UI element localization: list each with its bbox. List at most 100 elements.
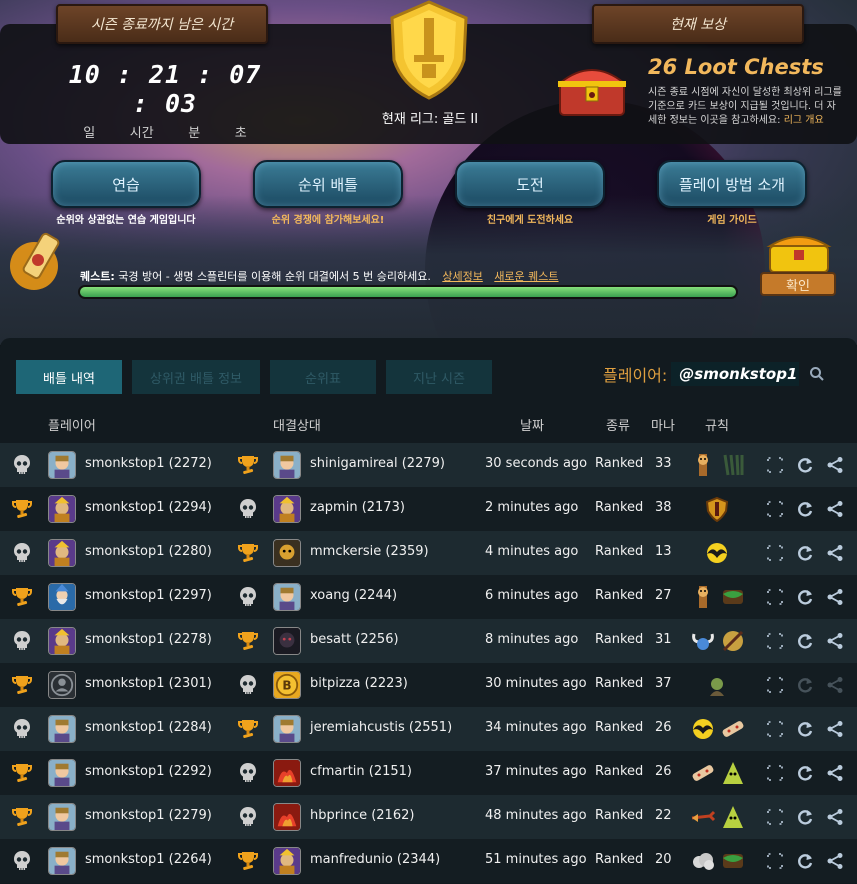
- share-icon[interactable]: [826, 456, 844, 474]
- skull-icon: [240, 763, 256, 782]
- skull-icon: [240, 587, 256, 606]
- battle-type: Ranked: [595, 852, 644, 867]
- expand-icon[interactable]: [766, 632, 784, 650]
- rule-goblin-icon[interactable]: [704, 672, 730, 698]
- opponent-avatar: [273, 583, 301, 611]
- player-name[interactable]: smonkstop1 (2279): [85, 808, 212, 823]
- share-icon[interactable]: [826, 676, 844, 694]
- ranked-battle-button[interactable]: 순위 배틀: [253, 160, 403, 208]
- opponent-name[interactable]: shinigamireal (2279): [310, 456, 445, 471]
- history-tabs: 배틀 내역 상위권 배틀 정보 순위표 지난 시즌: [16, 360, 492, 394]
- replay-icon[interactable]: [796, 632, 814, 650]
- player-name[interactable]: smonkstop1 (2278): [85, 632, 212, 647]
- tab-leaderboard[interactable]: 순위표: [270, 360, 376, 394]
- replay-icon[interactable]: [796, 676, 814, 694]
- rule-shield-icon[interactable]: [704, 496, 730, 522]
- tab-past-season[interactable]: 지난 시즌: [386, 360, 492, 394]
- tab-top-battles[interactable]: 상위권 배틀 정보: [132, 360, 260, 394]
- trophy-icon: [12, 764, 32, 783]
- practice-description: 순위와 상관없는 연습 게임입니다: [56, 215, 196, 226]
- rule-totem-icon[interactable]: [690, 584, 716, 610]
- rule-bat-icon[interactable]: [704, 540, 730, 566]
- player-name[interactable]: smonkstop1 (2284): [85, 720, 212, 735]
- expand-icon[interactable]: [766, 764, 784, 782]
- replay-icon[interactable]: [796, 764, 814, 782]
- player-name[interactable]: smonkstop1 (2297): [85, 588, 212, 603]
- opponent-name[interactable]: xoang (2244): [310, 588, 397, 603]
- battle-date: 51 minutes ago: [485, 852, 587, 867]
- share-icon[interactable]: [826, 720, 844, 738]
- replay-icon[interactable]: [796, 456, 814, 474]
- rule-noarmor-icon[interactable]: [720, 628, 746, 654]
- how-to-play-button[interactable]: 플레이 방법 소개: [657, 160, 807, 208]
- expand-icon[interactable]: [766, 808, 784, 826]
- expand-icon[interactable]: [766, 544, 784, 562]
- share-icon[interactable]: [826, 852, 844, 870]
- expand-icon[interactable]: [766, 456, 784, 474]
- player-name[interactable]: smonkstop1 (2280): [85, 544, 212, 559]
- guide-description: 게임 가이드: [707, 215, 757, 226]
- player-search-input[interactable]: @smonkstop1: [671, 362, 800, 386]
- rule-bat-icon[interactable]: [690, 716, 716, 742]
- opponent-name[interactable]: hbprince (2162): [310, 808, 414, 823]
- expand-icon[interactable]: [766, 676, 784, 694]
- rule-cloud-icon[interactable]: [690, 848, 716, 874]
- opponent-name[interactable]: mmckersie (2359): [310, 544, 429, 559]
- opponent-name[interactable]: besatt (2256): [310, 632, 399, 647]
- replay-icon[interactable]: [796, 720, 814, 738]
- rule-claws-icon[interactable]: [720, 452, 746, 478]
- replay-icon[interactable]: [796, 544, 814, 562]
- opponent-name[interactable]: cfmartin (2151): [310, 764, 412, 779]
- expand-icon[interactable]: [766, 500, 784, 518]
- opponent-name[interactable]: bitpizza (2223): [310, 676, 408, 691]
- claim-quest-button[interactable]: 확인: [760, 272, 836, 296]
- share-icon[interactable]: [826, 764, 844, 782]
- search-icon[interactable]: [809, 366, 825, 382]
- rule-bandage-icon[interactable]: [690, 760, 716, 786]
- share-icon[interactable]: [826, 808, 844, 826]
- rule-ghost-icon[interactable]: [720, 804, 746, 830]
- opponent-name[interactable]: jeremiahcustis (2551): [310, 720, 452, 735]
- expand-icon[interactable]: [766, 588, 784, 606]
- tab-battle-history[interactable]: 배틀 내역: [16, 360, 122, 394]
- challenge-button[interactable]: 도전: [455, 160, 605, 208]
- rule-bandage-icon[interactable]: [720, 716, 746, 742]
- rule-horns-icon[interactable]: [690, 628, 716, 654]
- quest-details-link[interactable]: 상세정보: [442, 270, 482, 283]
- player-name[interactable]: smonkstop1 (2272): [85, 456, 212, 471]
- skull-icon: [14, 455, 30, 474]
- expand-icon[interactable]: [766, 852, 784, 870]
- league-overview-link[interactable]: 리그 개요: [784, 115, 824, 126]
- skull-icon: [14, 543, 30, 562]
- battle-row: smonkstop1 (2280) mmckersie (2359) 4 minut…: [0, 531, 857, 575]
- replay-icon[interactable]: [796, 852, 814, 870]
- player-name[interactable]: smonkstop1 (2264): [85, 852, 212, 867]
- season-timer: 10 : 21 : 07 : 03 일 시간 분 초: [60, 60, 270, 141]
- share-icon[interactable]: [826, 500, 844, 518]
- rule-vines-icon[interactable]: [720, 584, 746, 610]
- opponent-avatar: [273, 539, 301, 567]
- share-icon[interactable]: [826, 544, 844, 562]
- replay-icon[interactable]: [796, 500, 814, 518]
- opponent-name[interactable]: manfredunio (2344): [310, 852, 440, 867]
- player-name[interactable]: smonkstop1 (2294): [85, 500, 212, 515]
- share-icon[interactable]: [826, 588, 844, 606]
- expand-icon[interactable]: [766, 720, 784, 738]
- practice-button[interactable]: 연습: [51, 160, 201, 208]
- timer-unit-seconds: 초: [234, 126, 247, 141]
- replay-icon[interactable]: [796, 588, 814, 606]
- new-quest-link[interactable]: 새로운 퀘스트: [494, 270, 558, 283]
- share-icon[interactable]: [826, 632, 844, 650]
- replay-icon[interactable]: [796, 808, 814, 826]
- player-search-label: 플레이어:: [603, 366, 668, 385]
- rule-vines-icon[interactable]: [720, 848, 746, 874]
- rule-totem-icon[interactable]: [690, 452, 716, 478]
- trophy-icon: [238, 456, 258, 475]
- trophy-icon: [238, 632, 258, 651]
- rule-ghost-icon[interactable]: [720, 760, 746, 786]
- player-name[interactable]: smonkstop1 (2292): [85, 764, 212, 779]
- player-avatar: [48, 847, 76, 875]
- rule-arrow-icon[interactable]: [690, 804, 716, 830]
- player-name[interactable]: smonkstop1 (2301): [85, 676, 212, 691]
- opponent-name[interactable]: zapmin (2173): [310, 500, 405, 515]
